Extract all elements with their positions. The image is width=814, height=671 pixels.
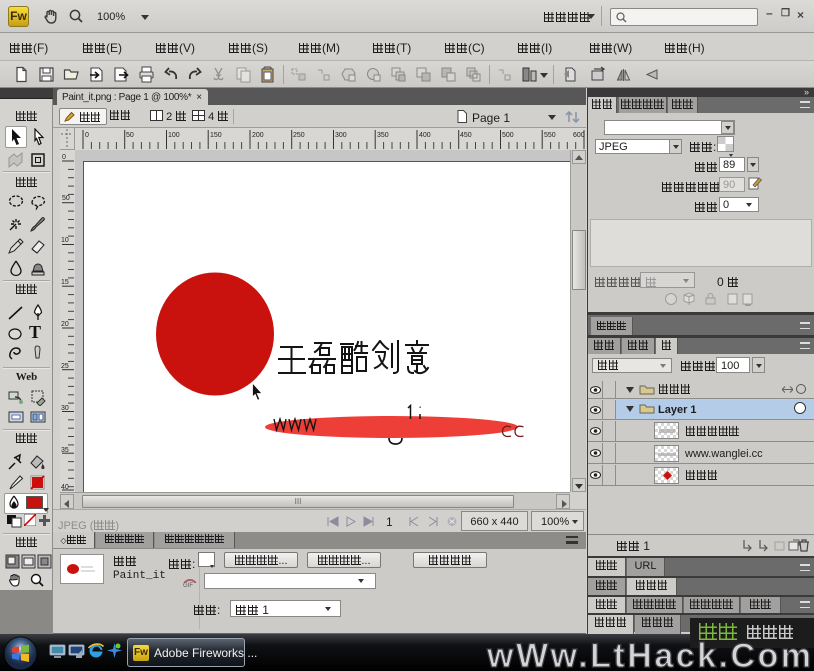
svg-text:300: 300 xyxy=(335,132,347,139)
svg-text:50: 50 xyxy=(126,132,134,139)
svg-text:200: 200 xyxy=(252,132,264,139)
svg-text:GIF: GIF xyxy=(183,583,193,588)
svg-text:40: 40 xyxy=(61,484,69,491)
svg-text:25: 25 xyxy=(61,363,69,370)
svg-text:500: 500 xyxy=(502,132,514,139)
svg-text:15: 15 xyxy=(61,279,69,286)
svg-text:50: 50 xyxy=(62,195,70,202)
svg-text:600: 600 xyxy=(573,132,585,139)
svg-text:150: 150 xyxy=(210,132,222,139)
svg-text:0: 0 xyxy=(85,132,89,139)
svg-text:450: 450 xyxy=(460,132,472,139)
svg-text:350: 350 xyxy=(377,132,389,139)
svg-text:30: 30 xyxy=(61,405,69,412)
svg-text:550: 550 xyxy=(544,132,556,139)
svg-text:35: 35 xyxy=(61,447,69,454)
svg-text:100: 100 xyxy=(168,132,180,139)
svg-text:0: 0 xyxy=(62,154,66,161)
svg-text:20: 20 xyxy=(61,321,69,328)
svg-text:400: 400 xyxy=(419,132,431,139)
svg-text:250: 250 xyxy=(293,132,305,139)
svg-text:10: 10 xyxy=(61,237,69,244)
